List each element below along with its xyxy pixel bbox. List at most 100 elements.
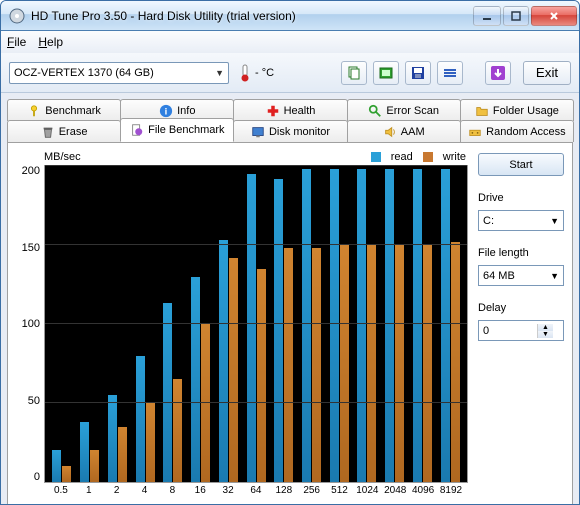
tab-erase[interactable]: Erase — [7, 120, 121, 142]
tab-area: Benchmark i Info HealthError Scan Folder Usa… — [1, 93, 579, 505]
xtick: 2 — [103, 485, 131, 501]
bar-read — [357, 169, 366, 482]
tab-disk-monitor[interactable]: Disk monitor — [233, 120, 347, 142]
tab-label: Info — [177, 105, 195, 117]
xtick: 16 — [186, 485, 214, 501]
ytick: 50 — [16, 395, 40, 407]
svg-text:i: i — [165, 106, 168, 117]
bar-write — [173, 379, 182, 482]
save-button[interactable] — [405, 61, 431, 85]
menu-help[interactable]: Help — [38, 35, 63, 49]
tab-health[interactable]: Health — [233, 99, 347, 121]
spin-up-icon[interactable]: ▲ — [538, 324, 553, 331]
legend-write: write — [443, 151, 466, 163]
bar-read — [441, 169, 450, 482]
close-button[interactable] — [531, 6, 577, 26]
xtick: 4096 — [409, 485, 437, 501]
bar-read — [108, 395, 117, 482]
bar-write — [146, 403, 155, 482]
delay-label: Delay — [478, 302, 564, 314]
bar-write — [423, 245, 432, 482]
chart-xaxis: 0.512481632641282565121024204840968192 — [44, 483, 468, 501]
bar-read — [80, 422, 89, 482]
bar-read — [385, 169, 394, 482]
tab-error-scan[interactable]: Error Scan — [347, 99, 461, 121]
minimize-button[interactable] — [473, 6, 501, 26]
tab-benchmark[interactable]: Benchmark — [7, 99, 121, 121]
drive-label: Drive — [478, 192, 564, 204]
copy-info-button[interactable] — [341, 61, 367, 85]
bar-group — [48, 166, 76, 482]
file-length-dropdown[interactable]: 64 MB▼ — [478, 265, 564, 286]
chart-plot — [44, 165, 468, 483]
bar-read — [302, 169, 311, 482]
window-buttons — [473, 6, 577, 26]
xtick: 2048 — [381, 485, 409, 501]
legend-read: read — [391, 151, 413, 163]
chevron-down-icon: ▼ — [550, 216, 559, 226]
bar-group — [353, 166, 381, 482]
tab-row-2: Erase File Benchmark Disk monitorAAMRandom… — [7, 120, 573, 142]
bar-group — [131, 166, 159, 482]
tab-file-benchmark[interactable]: File Benchmark — [120, 118, 234, 142]
xtick: 128 — [270, 485, 298, 501]
chevron-down-icon: ▼ — [550, 271, 559, 281]
tab-label: Benchmark — [45, 105, 101, 117]
tab-aam[interactable]: AAM — [347, 120, 461, 142]
bar-write — [118, 427, 127, 482]
bar-group — [187, 166, 215, 482]
tab-row-1: Benchmark i Info HealthError Scan Folder Usa… — [7, 99, 573, 121]
tab-content: MB/sec read write 200150100500 0.512 — [7, 142, 573, 505]
xtick: 1024 — [353, 485, 381, 501]
bar-read — [413, 169, 422, 482]
start-button[interactable]: Start — [478, 153, 564, 176]
bar-write — [90, 450, 99, 482]
xtick: 512 — [326, 485, 354, 501]
bar-write — [312, 248, 321, 482]
titlebar[interactable]: HD Tune Pro 3.50 - Hard Disk Utility (tr… — [1, 1, 579, 31]
file-length-label: File length — [478, 247, 564, 259]
options-button[interactable] — [437, 61, 463, 85]
temperature-display: - °C — [239, 64, 274, 82]
chart-area: MB/sec read write 200150100500 0.512 — [16, 151, 468, 501]
delay-spinner[interactable]: ▲▼ — [478, 320, 564, 341]
tab-label: Erase — [59, 126, 88, 138]
refresh-button[interactable] — [485, 61, 511, 85]
bar-write — [62, 466, 71, 482]
tab-label: Folder Usage — [493, 105, 559, 117]
delay-input[interactable] — [479, 325, 537, 337]
bar-group — [103, 166, 131, 482]
bar-write — [395, 245, 404, 482]
maximize-button[interactable] — [503, 6, 529, 26]
ytick: 100 — [16, 318, 40, 330]
bar-group — [436, 166, 464, 482]
xtick: 32 — [214, 485, 242, 501]
spin-down-icon[interactable]: ▼ — [538, 331, 553, 338]
screenshot-button[interactable] — [373, 61, 399, 85]
legend-swatch-read — [371, 152, 381, 162]
tab-folder-usage[interactable]: Folder Usage — [460, 99, 574, 121]
tab-random-access[interactable]: Random Access — [460, 120, 574, 142]
menubar: File Help — [1, 31, 579, 53]
bar-write — [284, 248, 293, 482]
tab-label: File Benchmark — [148, 124, 224, 136]
xtick: 8 — [158, 485, 186, 501]
bar-group — [159, 166, 187, 482]
bar-read — [191, 277, 200, 482]
bar-write — [340, 245, 349, 482]
menu-file[interactable]: File — [7, 35, 26, 49]
xtick: 4 — [131, 485, 159, 501]
drive-letter-dropdown[interactable]: C:▼ — [478, 210, 564, 231]
side-panel: Start Drive C:▼ File length 64 MB▼ Delay… — [478, 151, 564, 501]
thermometer-icon — [239, 64, 251, 82]
bar-write — [367, 245, 376, 482]
xtick: 8192 — [437, 485, 465, 501]
chevron-down-icon: ▼ — [215, 68, 224, 78]
drive-dropdown[interactable]: OCZ-VERTEX 1370 (64 GB) ▼ — [9, 62, 229, 84]
xtick: 64 — [242, 485, 270, 501]
window-title: HD Tune Pro 3.50 - Hard Disk Utility (tr… — [31, 9, 473, 23]
chart-legend: read write — [371, 151, 466, 163]
bar-read — [163, 303, 172, 482]
exit-button[interactable]: Exit — [523, 61, 571, 85]
bar-write — [257, 269, 266, 482]
